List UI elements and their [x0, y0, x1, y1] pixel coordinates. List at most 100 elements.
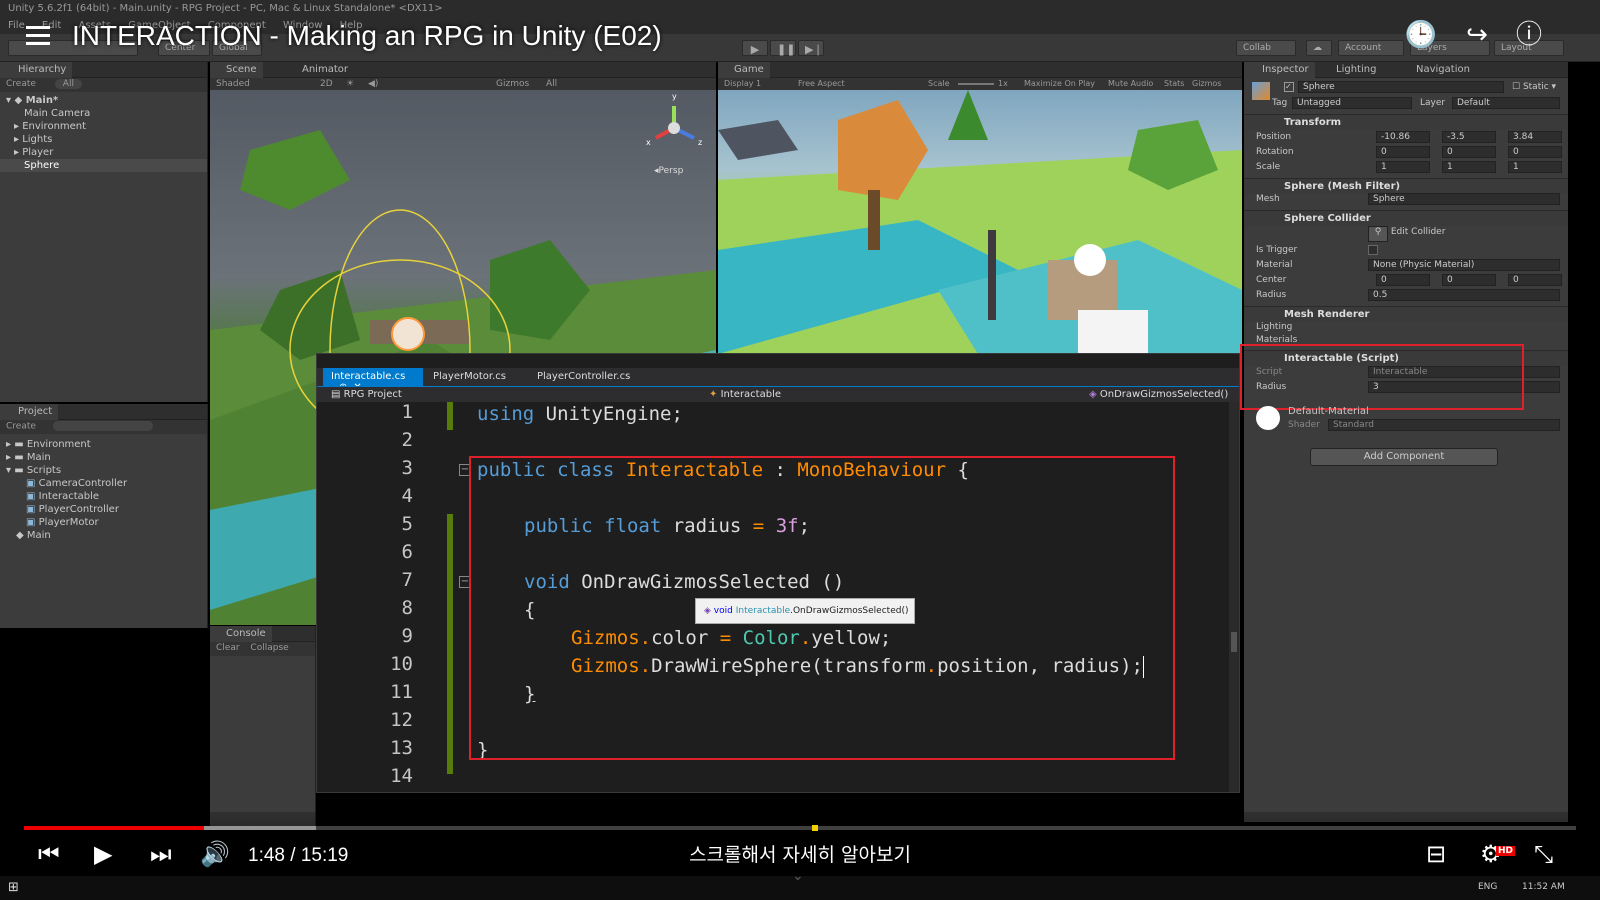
game-viewport[interactable]	[718, 90, 1242, 354]
scale-x-field[interactable]: 1	[1376, 161, 1430, 173]
center-x-field[interactable]: 0	[1376, 274, 1430, 286]
step-button[interactable]: ▶❘	[798, 40, 824, 56]
account-dropdown[interactable]: Account	[1338, 40, 1404, 56]
physic-material-field[interactable]: None (Physic Material)	[1368, 259, 1560, 271]
animator-tab[interactable]: Animator	[296, 62, 354, 78]
project-folder[interactable]: ▾ ▬ Scripts	[0, 464, 207, 477]
shader-dropdown[interactable]: Standard	[1328, 419, 1560, 431]
class-nav-dropdown[interactable]: ✦ Interactable	[709, 389, 781, 400]
position-z-field[interactable]: 3.84	[1508, 131, 1562, 143]
scene-gizmo-axes[interactable]: y x z	[646, 92, 706, 158]
rotation-x-field[interactable]: 0	[1376, 146, 1430, 158]
menu-icon[interactable]	[26, 26, 50, 46]
shading-mode-dropdown[interactable]: Shaded	[216, 79, 250, 89]
scene-gizmos-dropdown[interactable]: Gizmos	[496, 79, 529, 89]
hierarchy-search-input[interactable]: All	[54, 79, 82, 89]
collider-radius-field[interactable]: 0.5	[1368, 289, 1560, 301]
method-nav-dropdown[interactable]: ◈ OnDrawGizmosSelected()	[1089, 389, 1228, 400]
video-title[interactable]: INTERACTION - Making an RPG in Unity (E0…	[72, 20, 662, 52]
2d-toggle[interactable]: 2D	[320, 79, 333, 89]
cloud-icon[interactable]: ☁	[1306, 40, 1332, 56]
projection-toggle[interactable]: ◂Persp	[654, 166, 683, 176]
scale-z-field[interactable]: 1	[1508, 161, 1562, 173]
sphere-collider-header[interactable]: Sphere Collider	[1244, 210, 1568, 226]
lighting-foldout[interactable]: Lighting	[1256, 322, 1292, 335]
editor-tab[interactable]: PlayerMotor.cs	[425, 368, 514, 386]
script-file[interactable]: ▣ CameraController	[0, 477, 207, 490]
lighting-toggle-icon[interactable]: ☀	[346, 79, 354, 89]
scale-y-field[interactable]: 1	[1442, 161, 1496, 173]
edit-collider-button[interactable]: ⚲ Edit Collider	[1368, 226, 1445, 242]
hierarchy-item[interactable]: ▸ Player	[0, 146, 207, 159]
object-name-input[interactable]: Sphere	[1298, 81, 1504, 93]
menu-file[interactable]: File	[8, 20, 25, 31]
display-dropdown[interactable]: Display 1	[724, 79, 761, 88]
add-component-button[interactable]: Add Component	[1310, 448, 1498, 466]
position-y-field[interactable]: -3.5	[1442, 131, 1496, 143]
scene-search-input[interactable]: All	[546, 79, 557, 89]
editor-tab-active[interactable]: Interactable.cs ⊕✕	[323, 368, 423, 393]
aspect-dropdown[interactable]: Free Aspect	[798, 79, 845, 88]
tag-dropdown[interactable]: Untagged	[1292, 97, 1412, 109]
hierarchy-create-button[interactable]: Create	[6, 79, 36, 89]
layer-dropdown[interactable]: Default	[1452, 97, 1560, 109]
static-toggle[interactable]: ☐ Static ▾	[1512, 82, 1556, 92]
is-trigger-checkbox[interactable]	[1368, 245, 1378, 255]
navigation-tab[interactable]: Navigation	[1410, 62, 1476, 78]
script-file[interactable]: ▣ Interactable	[0, 490, 207, 503]
rotation-y-field[interactable]: 0	[1442, 146, 1496, 158]
hierarchy-item-selected[interactable]: Sphere	[0, 159, 207, 172]
mesh-renderer-header[interactable]: Mesh Renderer	[1244, 306, 1568, 322]
position-x-field[interactable]: -10.86	[1376, 131, 1430, 143]
subtitles-icon[interactable]: ⊟	[1426, 840, 1446, 868]
play-button[interactable]: ▶	[742, 40, 768, 56]
scene-tab[interactable]: Scene	[210, 62, 263, 78]
editor-scrollbar[interactable]	[1229, 402, 1239, 792]
project-create-button[interactable]: Create	[6, 422, 36, 432]
hierarchy-item[interactable]: ▸ Environment	[0, 120, 207, 133]
audio-toggle-icon[interactable]: ◀)	[368, 79, 378, 89]
inspector-tab[interactable]: Inspector	[1244, 62, 1315, 78]
center-z-field[interactable]: 0	[1508, 274, 1562, 286]
project-folder[interactable]: ▸ ▬ Environment	[0, 438, 207, 451]
scrollbar-thumb[interactable]	[1231, 632, 1237, 652]
hierarchy-item[interactable]: ▸ Lights	[0, 133, 207, 146]
mute-audio-toggle[interactable]: Mute Audio	[1108, 79, 1153, 88]
scene-file[interactable]: ◆ Main	[0, 529, 207, 542]
mesh-field[interactable]: Sphere	[1368, 193, 1560, 205]
taskbar-clock[interactable]: 11:52 AM	[1522, 882, 1565, 892]
scroll-hint[interactable]: 스크롤해서 자세히 알아보기	[0, 840, 1600, 867]
editor-tab[interactable]: PlayerController.cs	[529, 368, 638, 386]
active-checkbox[interactable]: ✓	[1284, 82, 1294, 92]
scene-root[interactable]: ▾ ◆ Main*	[0, 94, 207, 107]
exit-fullscreen-icon[interactable]: ⤡	[1534, 840, 1553, 868]
input-language[interactable]: ENG	[1478, 882, 1497, 892]
console-tab[interactable]: Console	[210, 626, 272, 642]
scale-slider[interactable]	[958, 83, 994, 85]
console-clear-button[interactable]: Clear	[216, 643, 240, 653]
game-gizmos-dropdown[interactable]: Gizmos	[1192, 79, 1221, 88]
rotation-z-field[interactable]: 0	[1508, 146, 1562, 158]
project-tab[interactable]: Project	[0, 404, 59, 420]
collab-button[interactable]: Collab	[1236, 40, 1296, 56]
windows-start-icon[interactable]: ⊞	[8, 880, 19, 895]
hierarchy-item[interactable]: Main Camera	[0, 107, 207, 120]
mesh-filter-header[interactable]: Sphere (Mesh Filter)	[1244, 178, 1568, 194]
project-search-input[interactable]	[52, 421, 153, 431]
clock-icon[interactable]: 🕒	[1404, 18, 1438, 52]
project-folder[interactable]: ▸ ▬ Main	[0, 451, 207, 464]
pause-button[interactable]: ❚❚	[770, 40, 796, 56]
game-tab[interactable]: Game	[718, 62, 770, 78]
hierarchy-tab[interactable]: Hierarchy	[0, 62, 73, 78]
info-icon[interactable]: ⓘ	[1512, 18, 1546, 52]
maximize-on-play-toggle[interactable]: Maximize On Play	[1024, 79, 1095, 88]
project-nav-dropdown[interactable]: ▤ RPG Project	[331, 389, 402, 400]
script-file[interactable]: ▣ PlayerController	[0, 503, 207, 516]
transform-header[interactable]: Transform	[1244, 114, 1568, 130]
lighting-tab[interactable]: Lighting	[1330, 62, 1382, 78]
script-file[interactable]: ▣ PlayerMotor	[0, 516, 207, 529]
console-collapse-button[interactable]: Collapse	[250, 643, 288, 653]
stats-toggle[interactable]: Stats	[1164, 79, 1184, 88]
center-y-field[interactable]: 0	[1442, 274, 1496, 286]
share-icon[interactable]: ↪	[1460, 18, 1494, 52]
